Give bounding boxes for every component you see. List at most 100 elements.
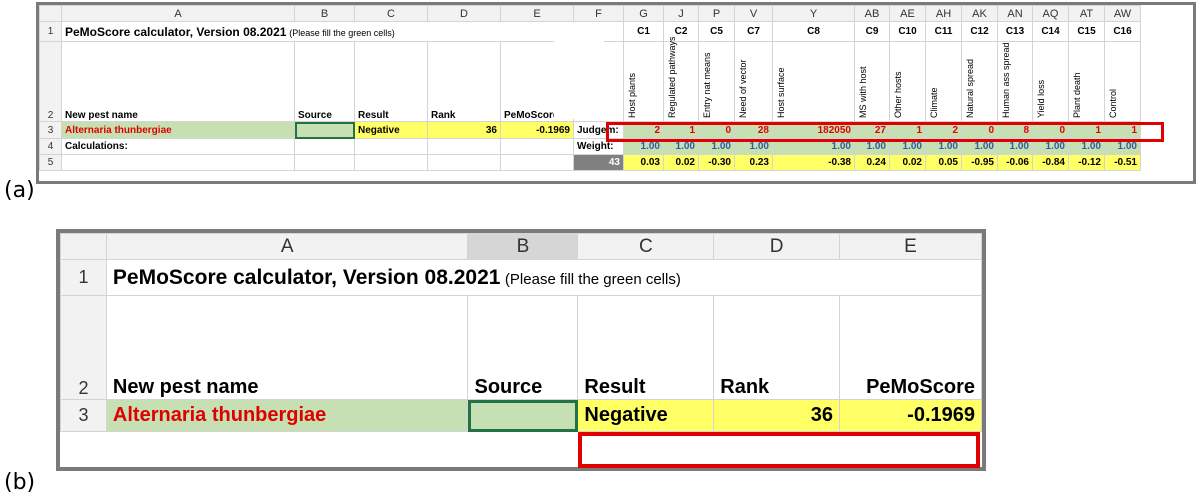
header-cell-pest[interactable]: New pest name <box>105 295 469 400</box>
criteria-name-cell[interactable]: Yield loss <box>1032 41 1069 122</box>
header-cell-source[interactable]: Source <box>467 295 579 400</box>
cell[interactable] <box>500 154 574 171</box>
count-cell[interactable]: 43 <box>573 154 624 171</box>
select-all-corner[interactable] <box>60 233 107 260</box>
criteria-code[interactable]: C7 <box>734 21 773 42</box>
cell[interactable] <box>61 154 295 171</box>
criteria-code[interactable]: C1 <box>623 21 664 42</box>
calc-value[interactable]: 0.05 <box>925 154 962 171</box>
calc-value[interactable]: -0.84 <box>1032 154 1069 171</box>
col-header[interactable]: A <box>61 5 295 22</box>
col-header[interactable]: D <box>427 5 501 22</box>
criteria-code[interactable]: C11 <box>925 21 962 42</box>
col-header[interactable]: F <box>573 5 624 22</box>
criteria-name-cell[interactable]: Host plants <box>623 41 664 122</box>
header-cell-result[interactable]: Result <box>354 41 428 122</box>
col-header[interactable]: AH <box>925 5 962 22</box>
row-header[interactable]: 3 <box>39 121 62 139</box>
row-header[interactable]: 1 <box>60 259 107 296</box>
row-header[interactable]: 5 <box>39 154 62 171</box>
source-input[interactable] <box>467 399 579 432</box>
calc-value[interactable]: -0.38 <box>772 154 855 171</box>
calc-value[interactable]: 0.02 <box>663 154 699 171</box>
criteria-name-cell[interactable]: Regulated pathways <box>663 36 699 122</box>
header-cell-rank[interactable]: Rank <box>713 295 841 400</box>
criteria-name-cell[interactable]: Human ass spread <box>997 41 1033 122</box>
criteria-code[interactable]: C8 <box>772 21 855 42</box>
criteria-name-cell[interactable]: Need of vector <box>734 41 773 122</box>
rank-output[interactable]: 36 <box>713 399 841 432</box>
cell[interactable] <box>427 154 501 171</box>
result-output[interactable]: Negative <box>577 399 715 432</box>
calc-value[interactable]: -0.12 <box>1068 154 1105 171</box>
col-header[interactable]: D <box>713 233 841 260</box>
col-header[interactable]: AN <box>997 5 1033 22</box>
criteria-code[interactable]: C12 <box>961 21 998 42</box>
header-cell-result[interactable]: Result <box>577 295 715 400</box>
pemoscore-output[interactable]: -0.1969 <box>839 399 982 432</box>
source-input[interactable] <box>294 121 355 139</box>
header-cell-pest[interactable]: New pest name <box>61 41 295 122</box>
criteria-name-cell[interactable]: Entry nat means <box>698 41 735 122</box>
calc-value[interactable]: 0.24 <box>854 154 890 171</box>
col-header[interactable]: P <box>698 5 735 22</box>
header-cell-rank[interactable]: Rank <box>427 41 501 122</box>
calc-value[interactable]: 0.02 <box>889 154 926 171</box>
col-header[interactable]: AE <box>889 5 926 22</box>
result-output[interactable]: Negative <box>354 121 428 139</box>
row-header[interactable]: 1 <box>39 21 62 42</box>
cell[interactable] <box>500 138 574 155</box>
col-header[interactable]: A <box>105 233 469 260</box>
cell[interactable] <box>294 154 355 171</box>
col-header[interactable]: AT <box>1068 5 1105 22</box>
col-header[interactable]: AK <box>961 5 998 22</box>
header-cell-score[interactable]: PeMoScore <box>839 295 982 400</box>
criteria-code[interactable]: C13 <box>997 21 1033 42</box>
criteria-code[interactable]: C16 <box>1104 21 1141 42</box>
criteria-code[interactable]: C14 <box>1032 21 1069 42</box>
cell[interactable] <box>294 138 355 155</box>
title-cell[interactable]: PeMoScore calculator, Version 08.2021 (P… <box>61 21 574 42</box>
calc-value[interactable]: -0.95 <box>961 154 998 171</box>
calc-value[interactable]: -0.30 <box>698 154 735 171</box>
pemoscore-output[interactable]: -0.1969 <box>500 121 574 139</box>
criteria-name-cell[interactable]: Natural spread <box>961 41 998 122</box>
criteria-code[interactable]: C10 <box>889 21 926 42</box>
col-header[interactable]: AQ <box>1032 5 1069 22</box>
cell[interactable] <box>354 154 428 171</box>
col-header[interactable]: B <box>467 233 579 260</box>
title-cell[interactable]: PeMoScore calculator, Version 08.2021 (P… <box>105 259 983 296</box>
col-header[interactable]: C <box>577 233 715 260</box>
cell[interactable] <box>354 138 428 155</box>
pest-name-input[interactable]: Alternaria thunbergiae <box>61 121 295 139</box>
col-header[interactable]: E <box>500 5 574 22</box>
calc-value[interactable]: 0.23 <box>734 154 773 171</box>
col-header[interactable]: AB <box>854 5 890 22</box>
row-header[interactable]: 3 <box>60 399 107 432</box>
criteria-name-cell[interactable]: Host surface <box>772 41 855 122</box>
pest-name-input[interactable]: Alternaria thunbergiae <box>105 399 469 432</box>
calc-value[interactable]: -0.51 <box>1104 154 1141 171</box>
col-header[interactable]: Y <box>772 5 855 22</box>
criteria-name-cell[interactable]: MS with host <box>854 41 890 122</box>
criteria-name-cell[interactable]: Control <box>1104 41 1141 122</box>
calc-value[interactable]: 0.03 <box>623 154 664 171</box>
calc-value[interactable]: -0.06 <box>997 154 1033 171</box>
criteria-name-cell[interactable]: Other hosts <box>889 41 926 122</box>
col-header[interactable]: E <box>839 233 982 260</box>
criteria-code[interactable]: C9 <box>854 21 890 42</box>
cell[interactable] <box>427 138 501 155</box>
col-header[interactable]: V <box>734 5 773 22</box>
calculations-label[interactable]: Calculations: <box>61 138 295 155</box>
rank-output[interactable]: 36 <box>427 121 501 139</box>
row-header[interactable]: 2 <box>39 41 62 122</box>
col-header[interactable]: C <box>354 5 428 22</box>
select-all-corner[interactable] <box>39 5 62 22</box>
row-header[interactable]: 4 <box>39 138 62 155</box>
col-header[interactable]: G <box>623 5 664 22</box>
col-header[interactable]: AW <box>1104 5 1141 22</box>
criteria-name-cell[interactable]: Climate <box>925 41 962 122</box>
criteria-name-cell[interactable]: Plant death <box>1068 41 1105 122</box>
criteria-code[interactable]: C5 <box>698 21 735 42</box>
col-header[interactable]: B <box>294 5 355 22</box>
